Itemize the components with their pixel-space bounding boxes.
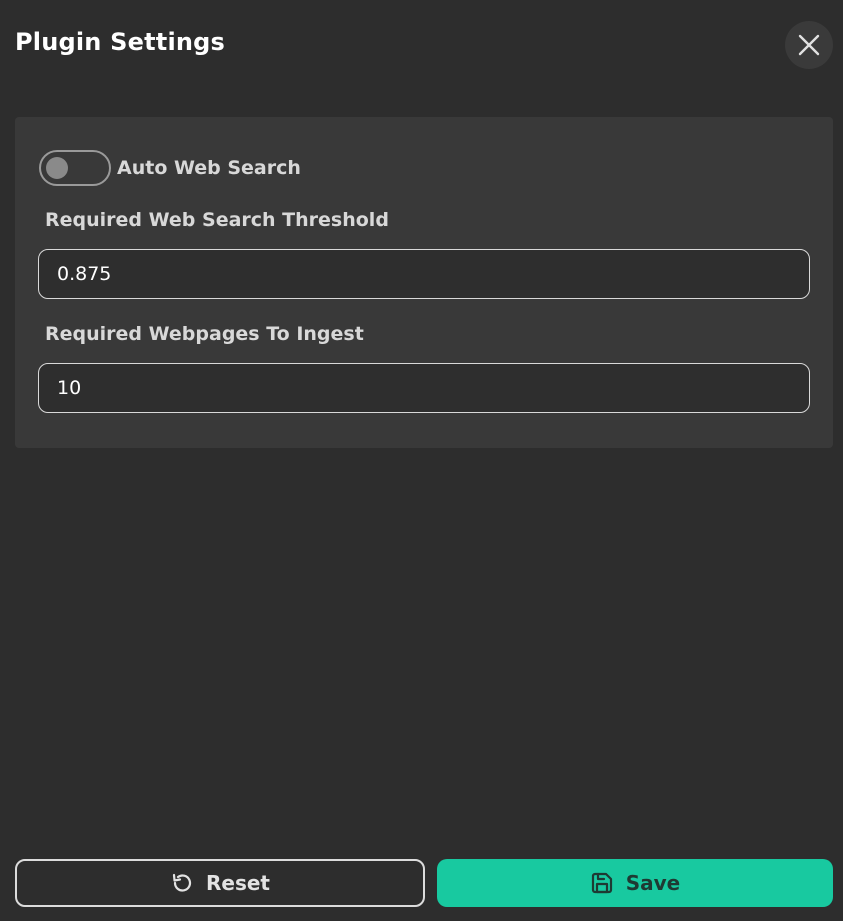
undo-icon [170, 871, 194, 895]
auto-web-search-row: Auto Web Search [39, 150, 301, 186]
reset-button[interactable]: Reset [15, 859, 425, 907]
save-icon [590, 871, 614, 895]
settings-panel: Auto Web Search Required Web Search Thre… [15, 117, 833, 448]
dialog-title: Plugin Settings [15, 28, 226, 56]
threshold-input[interactable] [38, 249, 810, 299]
close-icon [798, 34, 820, 56]
threshold-label: Required Web Search Threshold [45, 209, 389, 231]
plugin-settings-dialog: Plugin Settings Auto Web Search Required… [0, 0, 843, 921]
webpages-input[interactable] [38, 363, 810, 413]
webpages-label: Required Webpages To Ingest [45, 323, 364, 345]
auto-web-search-label: Auto Web Search [117, 157, 301, 179]
save-label: Save [625, 871, 681, 895]
reset-label: Reset [206, 871, 270, 895]
close-button[interactable] [785, 21, 833, 69]
save-button[interactable]: Save [437, 859, 833, 907]
toggle-knob [46, 157, 68, 179]
auto-web-search-toggle[interactable] [39, 150, 111, 186]
